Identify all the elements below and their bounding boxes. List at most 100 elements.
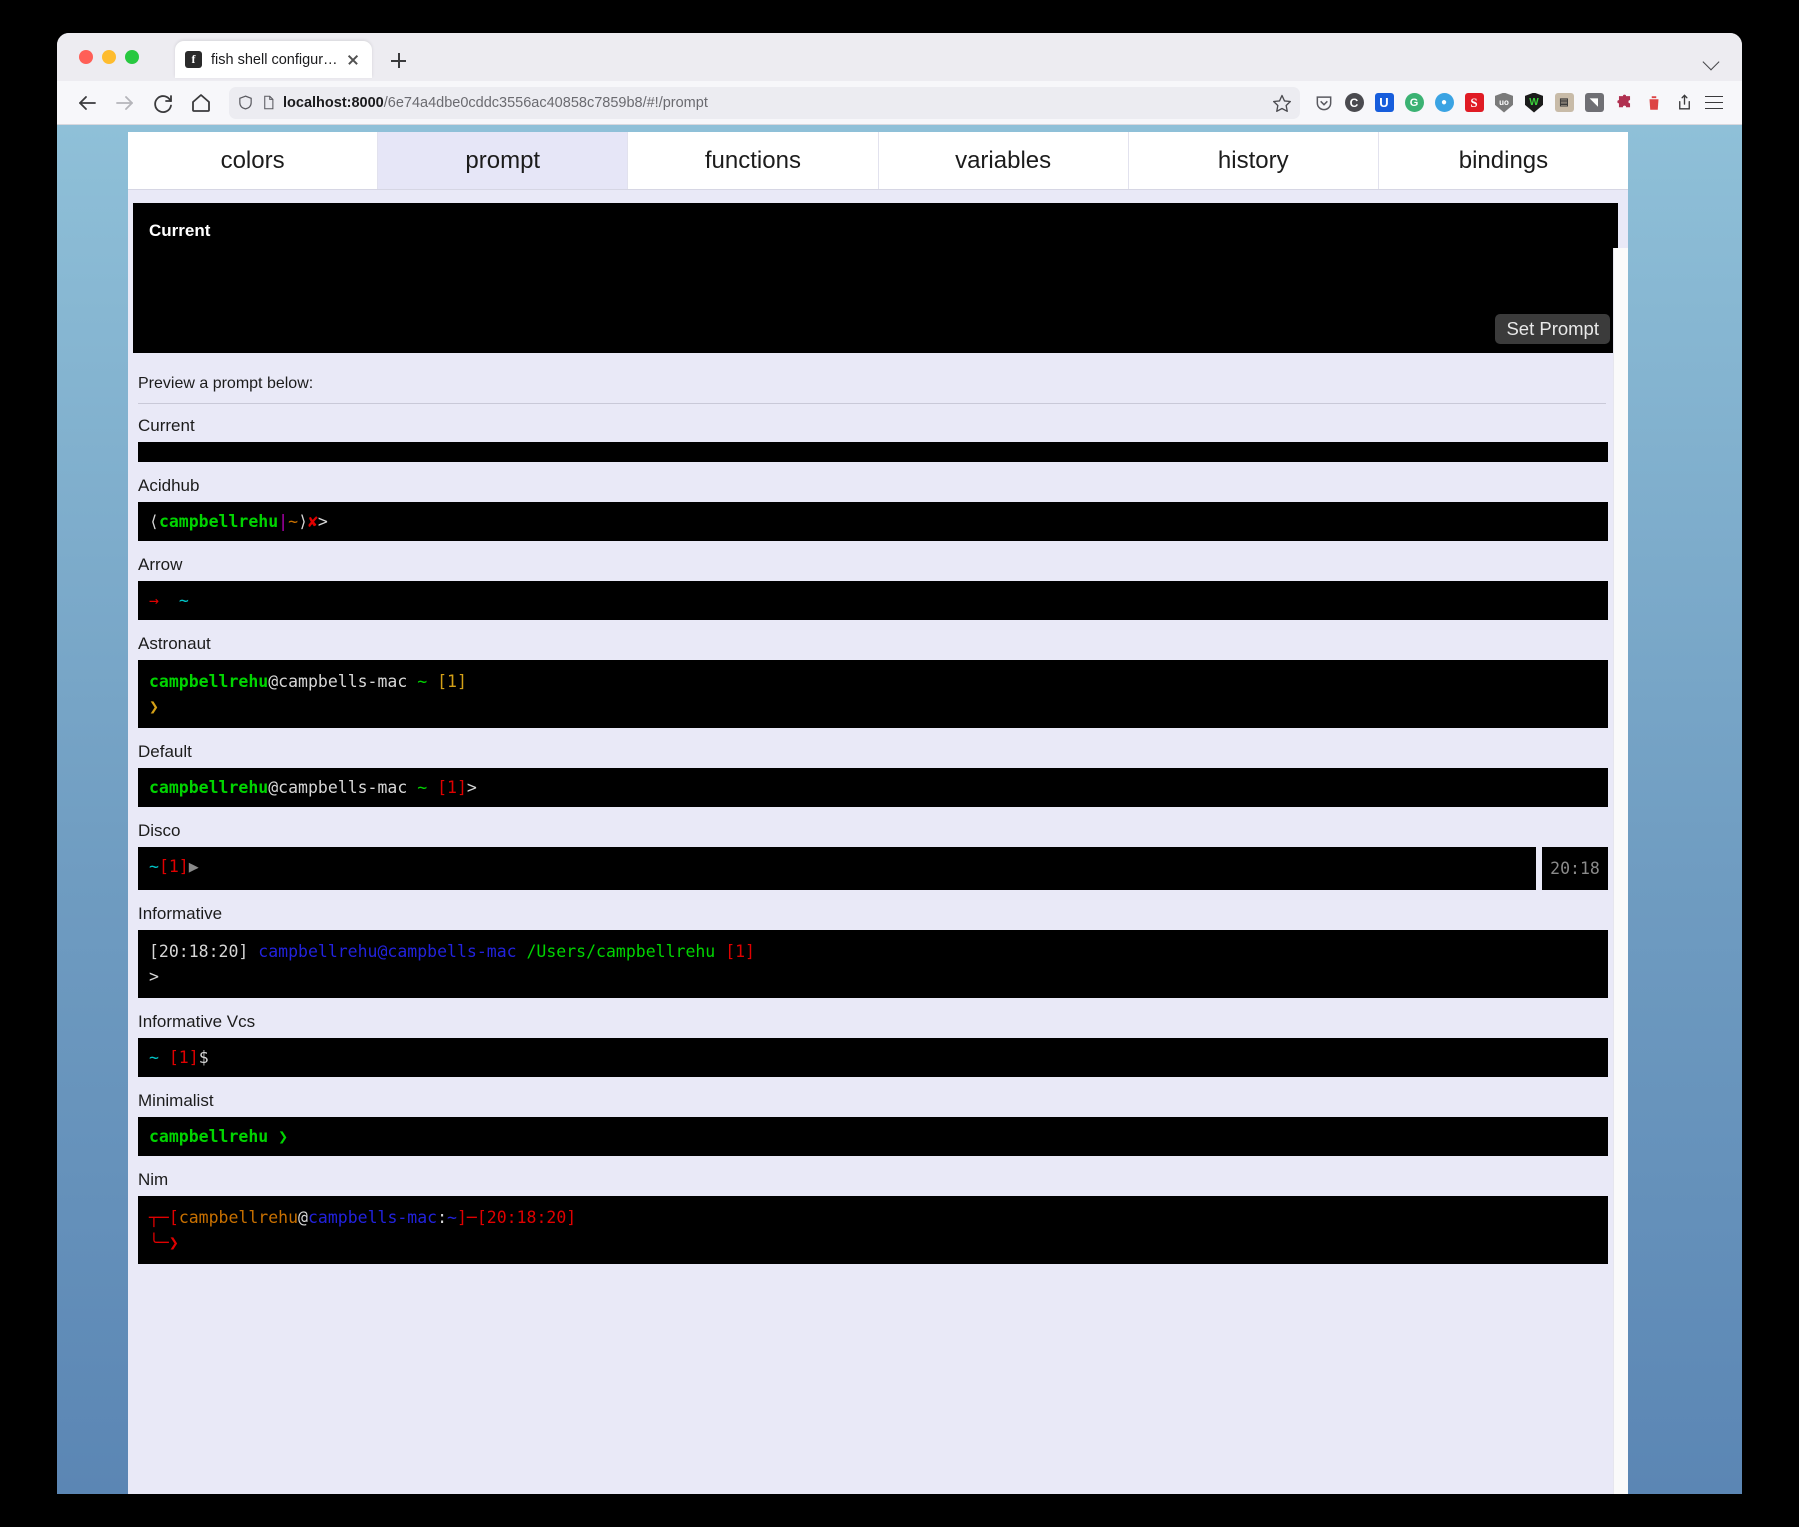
ublock-origin-icon[interactable]: uo <box>1490 89 1518 117</box>
close-icon[interactable] <box>344 51 362 69</box>
browser-tab-title: fish shell configuration <box>211 52 344 68</box>
prompt-line: campbellrehu ❯ <box>149 1124 1597 1149</box>
prompt-segment <box>268 1127 278 1146</box>
prompt-terminal-preview[interactable] <box>138 442 1608 462</box>
prompt-line: campbellrehu@campbells-mac ~ [1]> <box>149 775 1597 800</box>
browser-tab-strip: f fish shell configuration <box>57 33 1742 81</box>
prompt-segment: ─ <box>467 1208 477 1227</box>
home-icon[interactable] <box>185 87 217 119</box>
browser-tab[interactable]: f fish shell configuration <box>175 41 372 78</box>
tab-functions[interactable]: functions <box>628 132 878 189</box>
tab-history[interactable]: history <box>1129 132 1379 189</box>
cookie-autodelete-icon[interactable]: C <box>1340 89 1368 117</box>
tab-label: variables <box>955 147 1051 175</box>
prompt-segment: campbellrehu@campbells-mac <box>258 942 516 961</box>
archive-icon[interactable]: ▤ <box>1550 89 1578 117</box>
prompt-segment: @ <box>298 1208 308 1227</box>
prompt-preview-list: Current Acidhub⟨campbellrehu|~⟩✘> Arrow→ ~… <box>128 416 1628 1264</box>
hamburger-menu-icon[interactable] <box>1700 89 1728 117</box>
prompt-segment <box>427 778 437 797</box>
browser-nav-bar: localhost:8000/6e74a4dbe0cddc3556ac40858… <box>57 81 1742 125</box>
prompt-name-label: Minimalist <box>138 1091 1608 1111</box>
tab-prompt[interactable]: prompt <box>378 132 628 189</box>
prompt-name-label: Informative <box>138 904 1608 924</box>
chevron-down-icon[interactable] <box>1704 54 1720 70</box>
prompt-segment: ❯ <box>169 1233 179 1252</box>
current-prompt-panel: Current Set Prompt <box>133 203 1618 353</box>
prompt-preview-item[interactable]: Default campbellrehu@campbells-mac ~ [1]> <box>138 742 1608 807</box>
prompt-segment: > <box>318 512 328 531</box>
prompt-segment: @campbells-mac <box>268 778 417 797</box>
stylus-icon[interactable]: S <box>1460 89 1488 117</box>
privacy-badger-icon[interactable]: ● <box>1430 89 1458 117</box>
prompt-preview-item[interactable]: Minimalist campbellrehu ❯ <box>138 1091 1608 1156</box>
prompt-segment: ❯ <box>278 1127 288 1146</box>
preview-hint-label: Preview a prompt below: <box>138 375 1606 404</box>
prompt-line: ⟨campbellrehu|~⟩✘> <box>149 509 1597 534</box>
prompt-line: campbellrehu@campbells-mac ~ [1] <box>149 669 1597 694</box>
prompt-segment: campbells-mac <box>308 1208 437 1227</box>
prompt-preview-item[interactable]: Informative Vcs~ [1]$ <box>138 1012 1608 1077</box>
prompt-segment: @campbells-mac <box>268 672 417 691</box>
tab-bindings[interactable]: bindings <box>1379 132 1628 189</box>
app-scrollbar[interactable] <box>1613 248 1628 1494</box>
grammarly-icon[interactable]: G <box>1400 89 1428 117</box>
prompt-segment: /Users/campbellrehu <box>527 942 716 961</box>
prompt-line: [20:18:20] campbellrehu@campbells-mac /U… <box>149 939 1597 964</box>
delete-trash-icon[interactable] <box>1640 89 1668 117</box>
tab-colors[interactable]: colors <box>128 132 378 189</box>
prompt-segment: [1] <box>169 1048 199 1067</box>
set-prompt-button[interactable]: Set Prompt <box>1495 314 1610 344</box>
bitwarden-icon[interactable]: U <box>1370 89 1398 117</box>
prompt-segment: → <box>149 591 159 610</box>
prompt-terminal-preview[interactable]: campbellrehu@campbells-mac ~ [1]> <box>138 768 1608 807</box>
prompt-preview-item[interactable]: Disco~[1]▶20:18 <box>138 821 1608 890</box>
prompt-preview-item[interactable]: Acidhub⟨campbellrehu|~⟩✘> <box>138 476 1608 541</box>
wappalyzer-icon[interactable]: W <box>1520 89 1548 117</box>
tab-variables[interactable]: variables <box>879 132 1129 189</box>
prompt-preview-item[interactable]: Nim┬─[campbellrehu@campbells-mac:~]─[20:… <box>138 1170 1608 1264</box>
address-bar[interactable]: localhost:8000/6e74a4dbe0cddc3556ac40858… <box>229 87 1300 119</box>
shield-icon <box>237 94 254 111</box>
prompt-terminal-preview[interactable]: [20:18:20] campbellrehu@campbells-mac /U… <box>138 930 1608 998</box>
prompt-line: ❯ <box>149 694 1597 719</box>
pocket-icon[interactable] <box>1310 89 1338 117</box>
prompt-line: > <box>149 964 1597 989</box>
prompt-segment <box>427 672 437 691</box>
prompt-terminal-preview[interactable]: campbellrehu ❯ <box>138 1117 1608 1156</box>
screen-root: f fish shell configuration <box>0 0 1799 1527</box>
reload-icon[interactable] <box>147 87 179 119</box>
new-tab-plus-icon[interactable] <box>382 45 414 77</box>
prompt-terminal-preview[interactable]: campbellrehu@campbells-mac ~ [1]❯ <box>138 660 1608 728</box>
back-arrow-icon[interactable] <box>71 87 103 119</box>
sneaker-icon[interactable]: ◥ <box>1580 89 1608 117</box>
prompt-preview-item[interactable]: Astronautcampbellrehu@campbells-mac ~ [1… <box>138 634 1608 728</box>
tab-label: colors <box>221 147 285 175</box>
prompt-preview-item[interactable]: Arrow→ ~ <box>138 555 1608 620</box>
extensions-puzzle-icon[interactable] <box>1610 89 1638 117</box>
prompt-segment: ✘ <box>308 512 318 531</box>
prompt-segment: : <box>437 1208 447 1227</box>
prompt-segment: [1] <box>159 857 189 876</box>
prompt-terminal-preview[interactable]: ~[1]▶ <box>138 847 1536 890</box>
prompt-segment: campbellrehu <box>149 672 268 691</box>
prompt-terminal-preview[interactable]: → ~ <box>138 581 1608 620</box>
prompt-segment: ~ <box>447 1208 457 1227</box>
prompt-terminal-preview[interactable]: ┬─[campbellrehu@campbells-mac:~]─[20:18:… <box>138 1196 1608 1264</box>
prompt-terminal-preview[interactable]: ⟨campbellrehu|~⟩✘> <box>138 502 1608 541</box>
prompt-terminal-preview[interactable]: ~ [1]$ <box>138 1038 1608 1077</box>
minimize-window-button[interactable] <box>102 50 116 64</box>
prompt-segment: [1] <box>437 778 467 797</box>
prompt-name-label: Default <box>138 742 1608 762</box>
forward-arrow-icon[interactable] <box>109 87 141 119</box>
share-icon[interactable] <box>1670 89 1698 117</box>
prompt-preview-item[interactable]: Current <box>138 416 1608 462</box>
prompt-preview-item[interactable]: Informative [20:18:20] campbellrehu@campb… <box>138 904 1608 998</box>
maximize-window-button[interactable] <box>125 50 139 64</box>
window-traffic-lights <box>73 33 147 81</box>
prompt-segment: ⟨ <box>149 512 159 531</box>
close-window-button[interactable] <box>79 50 93 64</box>
prompt-segment: ~ <box>417 672 427 691</box>
fish-favicon-icon: f <box>185 51 202 68</box>
bookmark-star-icon[interactable] <box>1272 93 1292 113</box>
